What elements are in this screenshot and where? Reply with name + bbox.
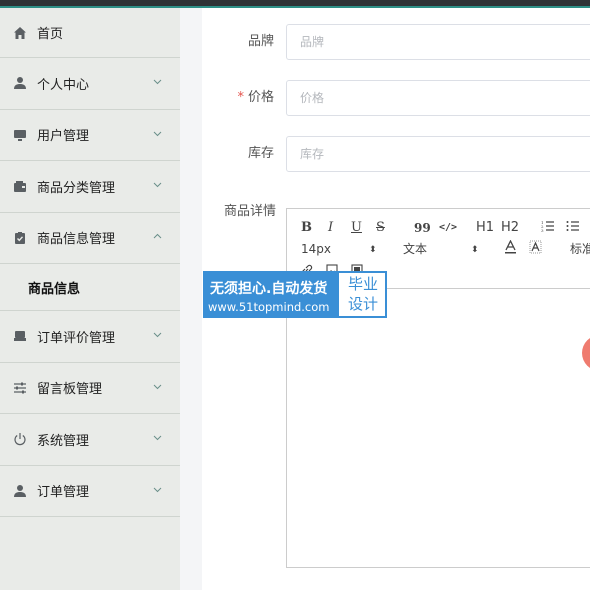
sidebar-item-label: 用户管理 <box>37 129 90 145</box>
chevron-down-icon <box>153 433 162 442</box>
background-color-icon[interactable] <box>529 240 542 259</box>
italic-button[interactable]: I <box>328 220 333 236</box>
stock-input[interactable] <box>286 136 590 172</box>
sidebar-item-personal-center[interactable]: 个人中心 <box>0 58 180 110</box>
sliders-icon <box>12 380 28 396</box>
rich-text-editor: B I U S 99 </> H1 H2 123 14px ⬍ 文本 ⬍ 标准 <box>286 208 590 568</box>
sidebar-item-order-review-management[interactable]: 订单评价管理 <box>0 311 180 363</box>
inbox-icon <box>12 328 28 344</box>
sidebar-item-home[interactable]: 首页 <box>0 8 180 58</box>
heading-select[interactable]: 标准 <box>570 241 590 257</box>
underline-button[interactable]: U <box>351 220 362 236</box>
chevron-down-icon <box>153 129 162 138</box>
code-block-button[interactable]: </> <box>439 220 457 236</box>
clipboard-check-icon <box>12 230 28 246</box>
watermark-badge: 无须担心.自动发货 www.51topmind.com 毕业 设计 <box>203 271 387 318</box>
sidebar-item-category-management[interactable]: 商品分类管理 <box>0 161 180 213</box>
sidebar-item-label: 商品分类管理 <box>37 180 116 196</box>
detail-label: 商品详情 <box>224 204 277 219</box>
chevron-down-icon <box>153 77 162 86</box>
sidebar-item-label: 系统管理 <box>37 433 90 449</box>
select-arrow-icon: ⬍ <box>471 245 479 255</box>
watermark-left-panel: 无须担心.自动发货 www.51topmind.com <box>205 273 339 316</box>
home-icon <box>12 25 28 41</box>
bold-button[interactable]: B <box>301 220 312 236</box>
chevron-down-icon <box>153 382 162 391</box>
chevron-down-icon <box>153 180 162 189</box>
sidebar-item-label: 个人中心 <box>37 77 90 93</box>
form-row-brand: 品牌 <box>202 24 590 60</box>
sidebar-item-message-board-management[interactable]: 留言板管理 <box>0 363 180 414</box>
watermark-url: www.51topmind.com <box>208 300 330 314</box>
form-row-price: * 价格 <box>202 80 590 116</box>
sidebar: 首页 个人中心 用户管理 商品分类管理 商品信息管理 商品信息 订单评价管理 留… <box>0 8 180 590</box>
blockquote-button[interactable]: 99 <box>414 220 431 236</box>
sidebar-item-label: 首页 <box>37 27 64 42</box>
sidebar-item-label: 订单管理 <box>37 485 90 501</box>
user-icon <box>12 75 28 91</box>
watermark-right-bottom: 设计 <box>347 295 378 313</box>
watermark-right-panel: 毕业 设计 <box>341 274 385 316</box>
sidebar-item-user-management[interactable]: 用户管理 <box>0 110 180 161</box>
font-size-select[interactable]: 14px ⬍ <box>301 241 381 257</box>
heading2-button[interactable]: H2 <box>501 220 519 236</box>
power-icon <box>12 431 28 447</box>
sidebar-item-system-management[interactable]: 系统管理 <box>0 414 180 466</box>
price-label: * 价格 <box>237 90 274 105</box>
watermark-right-top: 毕业 <box>347 275 378 293</box>
sidebar-item-label: 商品信息管理 <box>37 232 116 248</box>
bullet-list-icon[interactable] <box>566 220 580 237</box>
price-input[interactable] <box>286 80 590 116</box>
heading1-button[interactable]: H1 <box>476 220 494 236</box>
select-arrow-icon: ⬍ <box>369 245 377 255</box>
watermark-slogan: 无须担心.自动发货 <box>210 281 328 297</box>
ordered-list-icon[interactable]: 123 <box>541 220 555 237</box>
sidebar-subitem-product-info[interactable]: 商品信息 <box>0 264 180 311</box>
stock-label: 库存 <box>247 146 274 161</box>
user-icon <box>12 483 28 499</box>
required-mark: * <box>237 90 244 105</box>
svg-text:3: 3 <box>541 228 544 232</box>
text-type-select[interactable]: 文本 ⬍ <box>403 241 483 257</box>
top-bar <box>0 0 590 8</box>
chevron-down-icon <box>153 330 162 339</box>
strikethrough-button[interactable]: S <box>376 220 385 236</box>
sidebar-item-label: 留言板管理 <box>37 382 103 398</box>
sidebar-item-label: 订单评价管理 <box>37 330 116 346</box>
monitor-icon <box>12 127 28 143</box>
sidebar-item-order-management[interactable]: 订单管理 <box>0 466 180 517</box>
form-row-stock: 库存 <box>202 136 590 172</box>
wallet-icon <box>12 178 28 194</box>
brand-input[interactable] <box>286 24 590 60</box>
brand-label: 品牌 <box>247 34 274 49</box>
font-color-icon[interactable] <box>504 239 517 259</box>
chevron-up-icon <box>153 232 162 241</box>
chevron-down-icon <box>153 485 162 494</box>
sidebar-item-product-info-management[interactable]: 商品信息管理 <box>0 213 180 264</box>
